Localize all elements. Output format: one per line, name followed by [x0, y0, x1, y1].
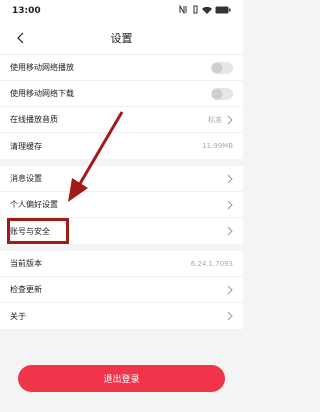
- mobile-play-toggle[interactable]: [211, 61, 233, 74]
- version-value: 6.24.1.7093: [190, 259, 233, 268]
- wifi-icon: [202, 6, 212, 17]
- row-mobile-download: 使用移动网络下载: [0, 81, 243, 107]
- toggle-knob: [212, 88, 222, 99]
- status-icons: [179, 4, 231, 17]
- row-preferences[interactable]: 个人偏好设置: [0, 192, 243, 218]
- nfc-icon: [179, 4, 189, 17]
- chevron-right-icon: [227, 200, 233, 209]
- toggle-knob: [212, 62, 222, 73]
- row-label: 关于: [10, 311, 26, 321]
- row-current-version: 当前版本 6.24.1.7093: [0, 251, 243, 277]
- row-label: 清理缓存: [10, 141, 42, 151]
- row-label: 使用移动网络播放: [10, 63, 74, 72]
- network-section: 使用移动网络播放 使用移动网络下载 在线播放音质 标准 清理缓存 11.99MB: [0, 55, 243, 159]
- chevron-left-icon: [16, 29, 24, 48]
- row-label: 检查更新: [10, 285, 42, 294]
- status-bar: 13:00: [0, 0, 243, 22]
- row-clear-cache[interactable]: 清理缓存 11.99MB: [0, 133, 243, 159]
- back-button[interactable]: [10, 28, 30, 48]
- chevron-right-icon: [227, 311, 233, 321]
- row-message-settings[interactable]: 消息设置: [0, 166, 243, 192]
- quality-value: 标准: [208, 115, 222, 124]
- logout-button[interactable]: 退出登录: [18, 365, 225, 392]
- page-title: 设置: [110, 32, 133, 45]
- chevron-right-icon: [227, 285, 233, 294]
- row-online-quality[interactable]: 在线播放音质 标准: [0, 107, 243, 133]
- about-section: 当前版本 6.24.1.7093 检查更新 关于: [0, 251, 243, 329]
- row-label: 个人偏好设置: [10, 200, 58, 209]
- row-label: 使用移动网络下载: [10, 89, 74, 98]
- status-time: 13:00: [12, 6, 41, 16]
- row-check-update[interactable]: 检查更新: [0, 277, 243, 303]
- row-label: 在线播放音质: [10, 115, 58, 124]
- row-mobile-play: 使用移动网络播放: [0, 55, 243, 81]
- battery-icon: [215, 6, 231, 17]
- chevron-right-icon: [227, 174, 233, 183]
- chevron-right-icon: [227, 115, 233, 124]
- row-label: 当前版本: [10, 259, 42, 268]
- nav-bar: 设置: [0, 22, 243, 55]
- row-about[interactable]: 关于: [0, 303, 243, 329]
- mobile-download-toggle[interactable]: [211, 87, 233, 100]
- cache-size: 11.99MB: [202, 142, 233, 150]
- annotation-highlight-box: [7, 218, 69, 244]
- row-label: 消息设置: [10, 174, 42, 183]
- chevron-right-icon: [227, 226, 233, 236]
- vibrate-icon: [192, 5, 199, 17]
